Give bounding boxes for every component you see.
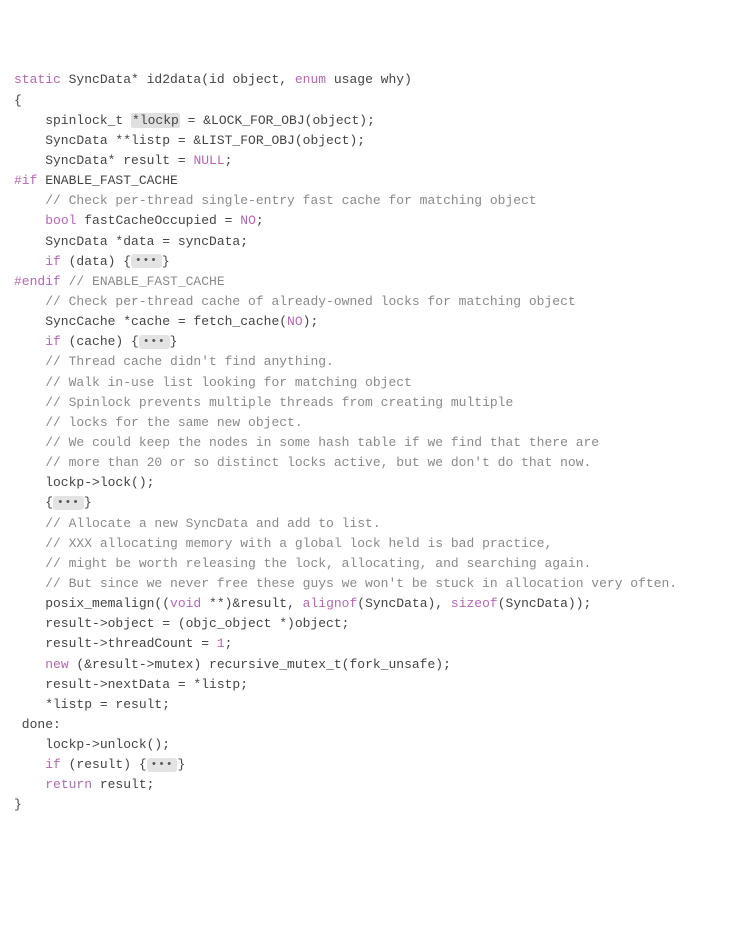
code-line: posix_memalign((void **)&result, alignof… [14, 594, 742, 614]
comment-line: // might be worth releasing the lock, al… [14, 554, 742, 574]
code-line: lockp->lock(); [14, 473, 742, 493]
code-line: SyncData *data = syncData; [14, 232, 742, 252]
comment-line: // locks for the same new object. [14, 413, 742, 433]
comment-line: // Walk in-use list looking for matching… [14, 373, 742, 393]
code-line: bool fastCacheOccupied = NO; [14, 211, 742, 231]
code-block: static SyncData* id2data(id object, enum… [14, 70, 742, 815]
code-line: SyncData **listp = &LIST_FOR_OBJ(object)… [14, 131, 742, 151]
keyword-if: if [45, 254, 61, 269]
code-line: #if ENABLE_FAST_CACHE [14, 171, 742, 191]
code-line: return result; [14, 775, 742, 795]
label-done: done: [14, 715, 742, 735]
comment-line: // more than 20 or so distinct locks act… [14, 453, 742, 473]
comment-line: // Thread cache didn't find anything. [14, 352, 742, 372]
comment: // ENABLE_FAST_CACHE [61, 274, 225, 289]
code-line: if (data) {•••} [14, 252, 742, 272]
code-line: new (&result->mutex) recursive_mutex_t(f… [14, 655, 742, 675]
comment-line: // Check per-thread cache of already-own… [14, 292, 742, 312]
keyword-return: return [45, 777, 92, 792]
fold-indicator[interactable]: ••• [53, 496, 84, 510]
null-literal: NULL [193, 153, 224, 168]
code-line: {•••} [14, 493, 742, 513]
code-line: static SyncData* id2data(id object, enum… [14, 70, 742, 90]
highlight-lockp: *lockp [131, 113, 180, 128]
code-line: SyncData* result = NULL; [14, 151, 742, 171]
code-line: } [14, 795, 742, 815]
preproc-endif: #endif [14, 274, 61, 289]
code-line: if (cache) {•••} [14, 332, 742, 352]
code-line: lockp->unlock(); [14, 735, 742, 755]
comment-line: // XXX allocating memory with a global l… [14, 534, 742, 554]
fold-indicator[interactable]: ••• [147, 758, 178, 772]
code-line: #endif // ENABLE_FAST_CACHE [14, 272, 742, 292]
code-line: result->threadCount = 1; [14, 634, 742, 654]
comment-line: // We could keep the nodes in some hash … [14, 433, 742, 453]
code-line: { [14, 91, 742, 111]
comment-line: // Check per-thread single-entry fast ca… [14, 191, 742, 211]
keyword-enum: enum [295, 72, 326, 87]
number-literal: 1 [217, 636, 225, 651]
code-line: *listp = result; [14, 695, 742, 715]
comment-line: // Allocate a new SyncData and add to li… [14, 514, 742, 534]
code-line: result->nextData = *listp; [14, 675, 742, 695]
code-line: result->object = (objc_object *)object; [14, 614, 742, 634]
code-line: spinlock_t *lockp = &LOCK_FOR_OBJ(object… [14, 111, 742, 131]
comment-line: // Spinlock prevents multiple threads fr… [14, 393, 742, 413]
keyword-if: if [45, 757, 61, 772]
keyword-alignof: alignof [303, 596, 358, 611]
no-literal: NO [240, 213, 256, 228]
fold-indicator[interactable]: ••• [131, 254, 162, 268]
no-literal: NO [287, 314, 303, 329]
keyword-if: if [45, 334, 61, 349]
type-void: void [170, 596, 201, 611]
code-line: if (result) {•••} [14, 755, 742, 775]
keyword-static: static [14, 72, 61, 87]
type-bool: bool [45, 213, 76, 228]
code-line: SyncCache *cache = fetch_cache(NO); [14, 312, 742, 332]
preproc-if: #if [14, 173, 37, 188]
keyword-new: new [45, 657, 68, 672]
keyword-sizeof: sizeof [451, 596, 498, 611]
comment-line: // But since we never free these guys we… [14, 574, 742, 594]
fold-indicator[interactable]: ••• [139, 335, 170, 349]
